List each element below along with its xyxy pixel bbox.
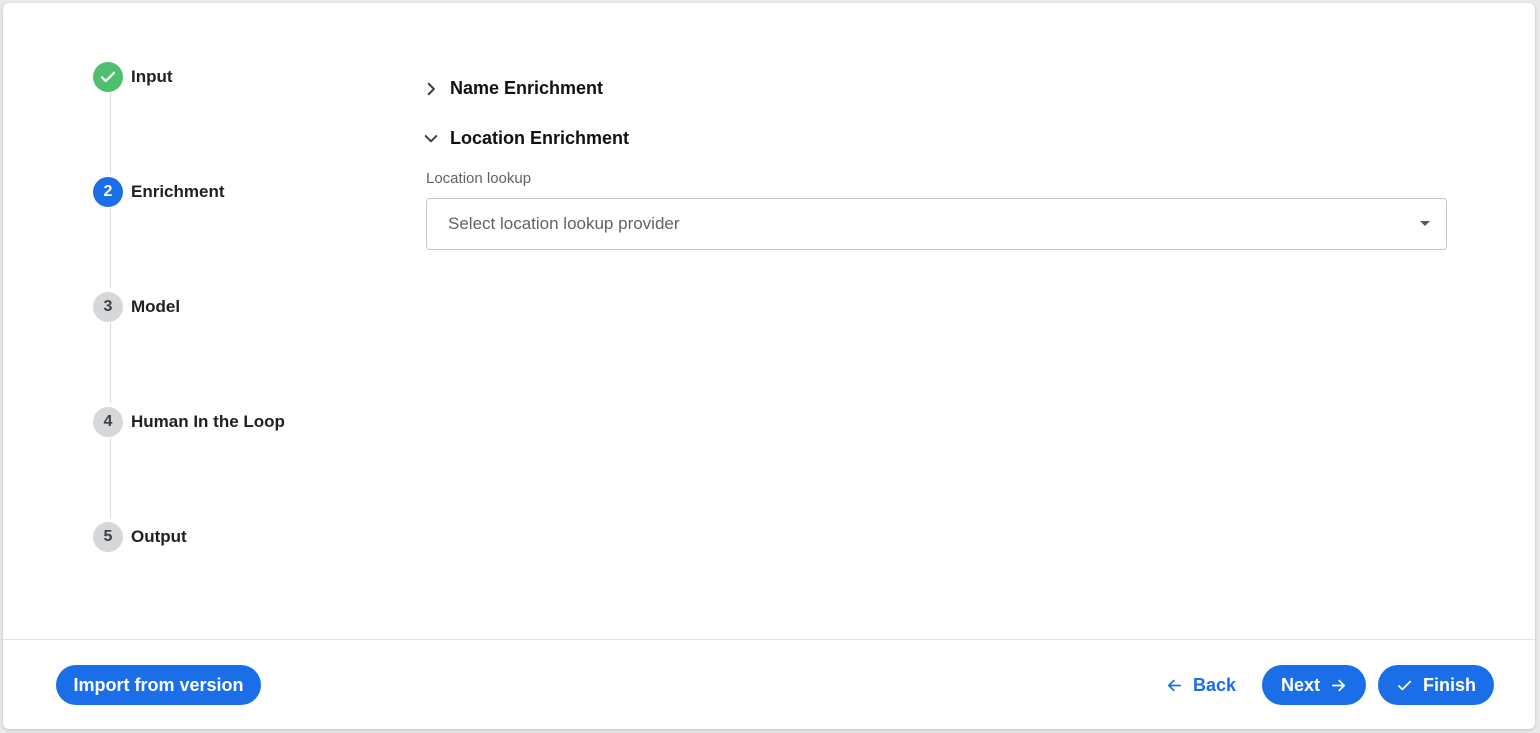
step-number: 4 — [93, 407, 123, 437]
step-model[interactable]: 3 Model — [93, 291, 180, 323]
step-label: Model — [131, 297, 181, 316]
step-human-in-the-loop[interactable]: 4 Human In the Loop — [93, 406, 285, 438]
step-connector — [110, 438, 111, 518]
check-icon — [1397, 680, 1412, 690]
chevron-down-icon — [422, 130, 440, 148]
arrow-right-icon — [1331, 679, 1346, 691]
step-enrichment[interactable]: 2 Enrichment — [93, 176, 225, 208]
name-enrichment-toggle[interactable]: Name Enrichment — [422, 78, 603, 99]
import-from-version-button[interactable]: Import from version — [56, 665, 261, 705]
step-circle — [93, 62, 123, 92]
section-title: Location Enrichment — [450, 128, 630, 148]
step-connector — [110, 323, 111, 403]
step-label: Human In the Loop — [131, 412, 285, 431]
button-label: Back — [1192, 674, 1237, 695]
location-enrichment-toggle[interactable]: Location Enrichment — [422, 128, 629, 149]
footer-divider — [3, 639, 1535, 640]
arrow-left-icon — [1167, 679, 1182, 691]
finish-button[interactable]: Finish — [1378, 665, 1494, 705]
back-button[interactable]: Back — [1151, 665, 1251, 705]
step-label: Output — [131, 527, 187, 546]
step-label: Input — [131, 67, 173, 86]
step-label: Enrichment — [131, 182, 225, 201]
button-label: Next — [1280, 674, 1320, 695]
step-number: 3 — [93, 292, 123, 322]
section-title: Name Enrichment — [450, 78, 604, 98]
step-connector — [110, 208, 111, 288]
step-output[interactable]: 5 Output — [93, 521, 187, 553]
step-connector — [110, 93, 111, 173]
dropdown-arrow-icon — [1420, 221, 1430, 226]
select-placeholder: Select location lookup provider — [448, 214, 680, 233]
step-number: 2 — [93, 177, 123, 207]
step-input[interactable]: Input — [93, 61, 173, 93]
location-lookup-select[interactable]: Select location lookup provider — [426, 198, 1447, 250]
step-number: 5 — [93, 522, 123, 552]
next-button[interactable]: Next — [1262, 665, 1366, 705]
wizard-card: Input 2 Enrichment 3 Model 4 Human In th… — [3, 3, 1535, 729]
button-label: Import from version — [73, 674, 244, 695]
chevron-right-icon — [422, 80, 440, 98]
check-icon — [100, 71, 116, 83]
button-label: Finish — [1423, 674, 1476, 695]
location-lookup-label: Location lookup — [426, 170, 532, 187]
